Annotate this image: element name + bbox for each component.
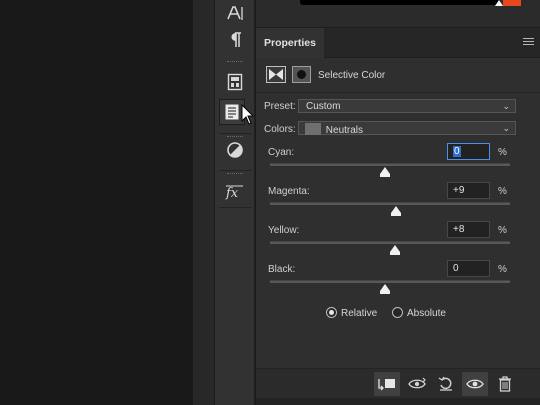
absolute-radio[interactable] bbox=[392, 307, 403, 318]
panel-icon-bar: fx bbox=[215, 0, 255, 405]
preset-value: Custom bbox=[306, 101, 341, 112]
view-previous-state-icon[interactable] bbox=[404, 372, 430, 396]
adjustment-type-icon[interactable] bbox=[266, 66, 286, 83]
reset-icon[interactable] bbox=[433, 372, 459, 396]
visibility-icon[interactable] bbox=[462, 372, 488, 396]
mouse-cursor-icon bbox=[241, 103, 255, 129]
preset-dropdown[interactable]: Custom ⌄ bbox=[298, 99, 516, 113]
icon-separator bbox=[219, 207, 251, 208]
cyan-unit: % bbox=[498, 147, 507, 158]
yellow-slider-thumb[interactable] bbox=[389, 245, 400, 255]
clip-to-layer-icon[interactable] bbox=[374, 372, 400, 396]
color-swatch bbox=[305, 123, 321, 135]
black-label: Black: bbox=[268, 264, 296, 275]
magenta-input[interactable]: +9 bbox=[447, 182, 490, 199]
tab-properties[interactable]: Properties bbox=[256, 28, 324, 58]
relative-radio[interactable] bbox=[326, 307, 337, 318]
properties-panel: Properties Selective Color Preset: Custo… bbox=[256, 28, 540, 405]
delete-icon[interactable] bbox=[492, 372, 518, 396]
bottom-strip bbox=[256, 398, 540, 405]
panel-grip[interactable] bbox=[227, 173, 243, 175]
absolute-label[interactable]: Absolute bbox=[407, 308, 446, 319]
cyan-label: Cyan: bbox=[268, 147, 295, 158]
svg-text:fx: fx bbox=[225, 186, 239, 201]
black-unit: % bbox=[498, 264, 507, 275]
gradient-stop[interactable] bbox=[495, 0, 503, 6]
icon-separator bbox=[219, 170, 251, 171]
chevron-down-icon: ⌄ bbox=[502, 101, 510, 111]
type-icon[interactable] bbox=[224, 2, 246, 24]
yellow-input[interactable]: +8 bbox=[447, 221, 490, 238]
magenta-label: Magenta: bbox=[268, 186, 310, 197]
adjustment-header: Selective Color bbox=[256, 58, 540, 92]
character-styles-icon[interactable] bbox=[224, 71, 246, 93]
panel-footer bbox=[256, 368, 540, 398]
yellow-label: Yellow: bbox=[268, 225, 300, 236]
magenta-slider-thumb[interactable] bbox=[390, 206, 401, 216]
yellow-unit: % bbox=[498, 225, 507, 236]
black-input[interactable]: 0 bbox=[447, 260, 490, 277]
panel-gutter bbox=[193, 0, 215, 405]
color-chip[interactable] bbox=[503, 0, 521, 6]
layer-mask-icon[interactable] bbox=[292, 66, 311, 83]
cyan-slider-track[interactable] bbox=[270, 163, 510, 166]
magenta-slider-track[interactable] bbox=[270, 202, 510, 205]
adjustments-icon[interactable] bbox=[224, 139, 246, 161]
paragraph-icon[interactable] bbox=[224, 29, 246, 51]
panel-grip[interactable] bbox=[227, 61, 243, 63]
layer-style-icon[interactable]: fx bbox=[224, 181, 246, 203]
cyan-input[interactable]: 0 bbox=[447, 143, 490, 160]
magenta-unit: % bbox=[498, 186, 507, 197]
black-slider-track[interactable] bbox=[270, 280, 510, 283]
black-slider-thumb[interactable] bbox=[380, 284, 390, 294]
chevron-down-icon: ⌄ bbox=[502, 123, 510, 133]
preset-label: Preset: bbox=[264, 101, 296, 112]
relative-label[interactable]: Relative bbox=[341, 308, 377, 319]
top-panel bbox=[256, 0, 540, 28]
gradient-bar bbox=[300, 0, 500, 5]
icon-separator bbox=[219, 133, 251, 134]
colors-dropdown[interactable]: Neutrals ⌄ bbox=[298, 121, 516, 136]
yellow-slider-track[interactable] bbox=[270, 241, 510, 244]
document-canvas[interactable] bbox=[0, 0, 193, 405]
divider bbox=[256, 92, 540, 93]
panel-grip[interactable] bbox=[227, 136, 243, 138]
cyan-slider-thumb[interactable] bbox=[380, 167, 390, 177]
colors-label: Colors: bbox=[264, 124, 296, 135]
colors-value: Neutrals bbox=[325, 125, 364, 136]
panel-menu-icon[interactable] bbox=[523, 38, 534, 47]
adjustment-title: Selective Color bbox=[318, 70, 386, 81]
panel-tab-bar: Properties bbox=[256, 28, 540, 58]
